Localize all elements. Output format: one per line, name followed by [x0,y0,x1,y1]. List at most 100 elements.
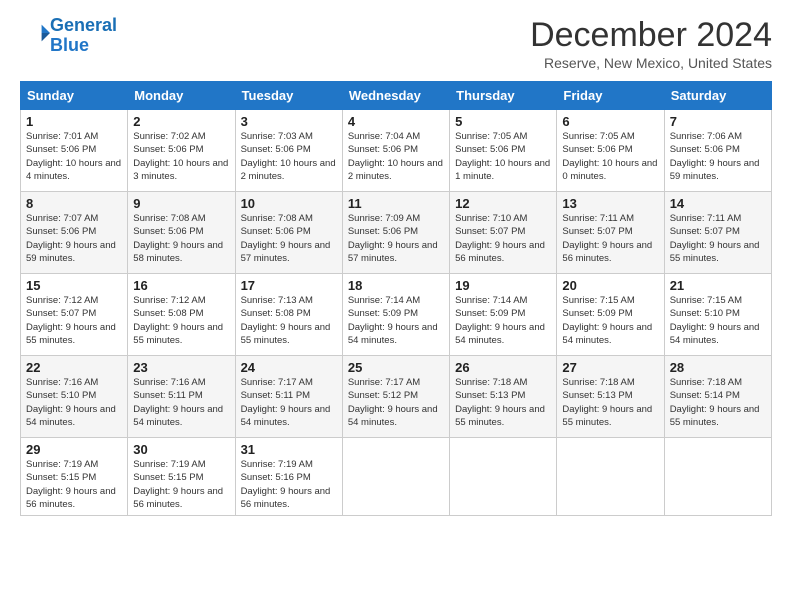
day-cell-8: 8Sunrise: 7:07 AMSunset: 5:06 PMDaylight… [21,192,128,274]
day-number: 26 [455,360,551,375]
day-cell-31: 31Sunrise: 7:19 AMSunset: 5:16 PMDayligh… [235,438,342,516]
day-number: 21 [670,278,766,293]
week-row-4: 22Sunrise: 7:16 AMSunset: 5:10 PMDayligh… [21,356,772,438]
day-info: Sunrise: 7:10 AMSunset: 5:07 PMDaylight:… [455,212,551,265]
day-number: 29 [26,442,122,457]
day-info: Sunrise: 7:07 AMSunset: 5:06 PMDaylight:… [26,212,122,265]
day-cell-28: 28Sunrise: 7:18 AMSunset: 5:14 PMDayligh… [664,356,771,438]
logo-line2: Blue [50,35,89,55]
day-cell-18: 18Sunrise: 7:14 AMSunset: 5:09 PMDayligh… [342,274,449,356]
day-number: 11 [348,196,444,211]
day-number: 25 [348,360,444,375]
day-number: 30 [133,442,229,457]
week-row-3: 15Sunrise: 7:12 AMSunset: 5:07 PMDayligh… [21,274,772,356]
day-cell-12: 12Sunrise: 7:10 AMSunset: 5:07 PMDayligh… [450,192,557,274]
day-cell-11: 11Sunrise: 7:09 AMSunset: 5:06 PMDayligh… [342,192,449,274]
day-info: Sunrise: 7:11 AMSunset: 5:07 PMDaylight:… [670,212,766,265]
day-info: Sunrise: 7:17 AMSunset: 5:12 PMDaylight:… [348,376,444,429]
day-number: 14 [670,196,766,211]
day-info: Sunrise: 7:19 AMSunset: 5:15 PMDaylight:… [133,458,229,511]
day-number: 16 [133,278,229,293]
day-number: 8 [26,196,122,211]
day-cell-21: 21Sunrise: 7:15 AMSunset: 5:10 PMDayligh… [664,274,771,356]
day-info: Sunrise: 7:01 AMSunset: 5:06 PMDaylight:… [26,130,122,183]
day-info: Sunrise: 7:18 AMSunset: 5:14 PMDaylight:… [670,376,766,429]
day-number: 10 [241,196,337,211]
day-number: 19 [455,278,551,293]
day-number: 28 [670,360,766,375]
day-cell-4: 4Sunrise: 7:04 AMSunset: 5:06 PMDaylight… [342,110,449,192]
day-info: Sunrise: 7:12 AMSunset: 5:07 PMDaylight:… [26,294,122,347]
day-info: Sunrise: 7:14 AMSunset: 5:09 PMDaylight:… [455,294,551,347]
day-cell-2: 2Sunrise: 7:02 AMSunset: 5:06 PMDaylight… [128,110,235,192]
day-cell-10: 10Sunrise: 7:08 AMSunset: 5:06 PMDayligh… [235,192,342,274]
day-cell-3: 3Sunrise: 7:03 AMSunset: 5:06 PMDaylight… [235,110,342,192]
day-number: 20 [562,278,658,293]
month-title: December 2024 [530,16,772,55]
day-info: Sunrise: 7:16 AMSunset: 5:11 PMDaylight:… [133,376,229,429]
day-info: Sunrise: 7:05 AMSunset: 5:06 PMDaylight:… [455,130,551,183]
day-number: 4 [348,114,444,129]
day-info: Sunrise: 7:02 AMSunset: 5:06 PMDaylight:… [133,130,229,183]
empty-cell [557,438,664,516]
day-cell-9: 9Sunrise: 7:08 AMSunset: 5:06 PMDaylight… [128,192,235,274]
day-cell-1: 1Sunrise: 7:01 AMSunset: 5:06 PMDaylight… [21,110,128,192]
day-info: Sunrise: 7:08 AMSunset: 5:06 PMDaylight:… [241,212,337,265]
day-info: Sunrise: 7:11 AMSunset: 5:07 PMDaylight:… [562,212,658,265]
day-info: Sunrise: 7:12 AMSunset: 5:08 PMDaylight:… [133,294,229,347]
day-info: Sunrise: 7:19 AMSunset: 5:15 PMDaylight:… [26,458,122,511]
day-info: Sunrise: 7:06 AMSunset: 5:06 PMDaylight:… [670,130,766,183]
day-cell-14: 14Sunrise: 7:11 AMSunset: 5:07 PMDayligh… [664,192,771,274]
calendar-table: SundayMondayTuesdayWednesdayThursdayFrid… [20,81,772,516]
header-cell-tuesday: Tuesday [235,82,342,110]
day-cell-16: 16Sunrise: 7:12 AMSunset: 5:08 PMDayligh… [128,274,235,356]
day-number: 12 [455,196,551,211]
logo-text: General Blue [50,16,117,56]
day-number: 2 [133,114,229,129]
header-cell-monday: Monday [128,82,235,110]
day-number: 27 [562,360,658,375]
day-number: 22 [26,360,122,375]
day-number: 24 [241,360,337,375]
empty-cell [664,438,771,516]
day-info: Sunrise: 7:05 AMSunset: 5:06 PMDaylight:… [562,130,658,183]
day-cell-7: 7Sunrise: 7:06 AMSunset: 5:06 PMDaylight… [664,110,771,192]
day-cell-27: 27Sunrise: 7:18 AMSunset: 5:13 PMDayligh… [557,356,664,438]
day-info: Sunrise: 7:19 AMSunset: 5:16 PMDaylight:… [241,458,337,511]
day-cell-19: 19Sunrise: 7:14 AMSunset: 5:09 PMDayligh… [450,274,557,356]
header-cell-friday: Friday [557,82,664,110]
day-cell-30: 30Sunrise: 7:19 AMSunset: 5:15 PMDayligh… [128,438,235,516]
day-number: 5 [455,114,551,129]
logo: General Blue [20,16,117,56]
header-cell-wednesday: Wednesday [342,82,449,110]
logo-icon [22,19,50,47]
day-number: 3 [241,114,337,129]
day-number: 13 [562,196,658,211]
day-cell-24: 24Sunrise: 7:17 AMSunset: 5:11 PMDayligh… [235,356,342,438]
header-row: SundayMondayTuesdayWednesdayThursdayFrid… [21,82,772,110]
day-info: Sunrise: 7:17 AMSunset: 5:11 PMDaylight:… [241,376,337,429]
day-cell-26: 26Sunrise: 7:18 AMSunset: 5:13 PMDayligh… [450,356,557,438]
day-number: 6 [562,114,658,129]
header: General Blue December 2024 Reserve, New … [20,16,772,71]
day-info: Sunrise: 7:04 AMSunset: 5:06 PMDaylight:… [348,130,444,183]
day-cell-5: 5Sunrise: 7:05 AMSunset: 5:06 PMDaylight… [450,110,557,192]
day-cell-15: 15Sunrise: 7:12 AMSunset: 5:07 PMDayligh… [21,274,128,356]
day-number: 7 [670,114,766,129]
week-row-5: 29Sunrise: 7:19 AMSunset: 5:15 PMDayligh… [21,438,772,516]
day-number: 15 [26,278,122,293]
empty-cell [342,438,449,516]
day-cell-6: 6Sunrise: 7:05 AMSunset: 5:06 PMDaylight… [557,110,664,192]
header-cell-thursday: Thursday [450,82,557,110]
page: General Blue December 2024 Reserve, New … [0,0,792,526]
title-block: December 2024 Reserve, New Mexico, Unite… [530,16,772,71]
week-row-2: 8Sunrise: 7:07 AMSunset: 5:06 PMDaylight… [21,192,772,274]
day-number: 9 [133,196,229,211]
day-number: 23 [133,360,229,375]
day-cell-13: 13Sunrise: 7:11 AMSunset: 5:07 PMDayligh… [557,192,664,274]
day-info: Sunrise: 7:18 AMSunset: 5:13 PMDaylight:… [562,376,658,429]
day-info: Sunrise: 7:13 AMSunset: 5:08 PMDaylight:… [241,294,337,347]
location: Reserve, New Mexico, United States [530,55,772,71]
day-info: Sunrise: 7:03 AMSunset: 5:06 PMDaylight:… [241,130,337,183]
day-cell-25: 25Sunrise: 7:17 AMSunset: 5:12 PMDayligh… [342,356,449,438]
